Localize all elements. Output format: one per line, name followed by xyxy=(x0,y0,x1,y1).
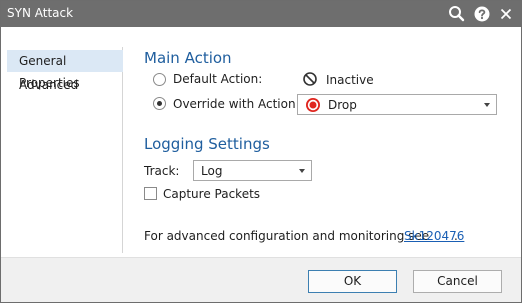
default-action-radio[interactable] xyxy=(153,73,166,86)
override-action-radio[interactable] xyxy=(153,97,166,110)
capture-packets-checkbox[interactable] xyxy=(144,187,157,200)
syn-attack-dialog: SYN Attack General Properties Advanced M… xyxy=(0,0,522,303)
chevron-down-icon xyxy=(484,103,490,107)
default-action-value: Inactive xyxy=(326,73,374,87)
track-label: Track: xyxy=(144,164,180,178)
sidebar: General Properties Advanced xyxy=(7,47,123,253)
help-icon[interactable] xyxy=(471,3,493,25)
chevron-down-icon xyxy=(299,169,305,173)
dialog-footer: OK Cancel xyxy=(1,257,521,302)
drop-icon xyxy=(305,97,321,113)
window-title: SYN Attack xyxy=(7,6,74,20)
search-icon[interactable] xyxy=(446,3,468,25)
advanced-config-note: For advanced configuration and monitorin… xyxy=(144,229,430,243)
sidebar-item-advanced[interactable]: Advanced xyxy=(7,74,123,96)
ok-button[interactable]: OK xyxy=(308,270,397,293)
title-bar: SYN Attack xyxy=(1,1,521,27)
close-icon[interactable] xyxy=(495,3,517,25)
logging-settings-title: Logging Settings xyxy=(144,135,270,153)
capture-packets-label: Capture Packets xyxy=(163,187,261,201)
track-select[interactable]: Log xyxy=(193,160,312,181)
main-action-title: Main Action xyxy=(144,49,232,67)
override-action-value: Drop xyxy=(328,98,357,112)
sidebar-item-general-properties[interactable]: General Properties xyxy=(7,50,123,90)
override-action-label: Override with Action: xyxy=(173,97,300,111)
default-action-label: Default Action: xyxy=(173,72,263,86)
track-value: Log xyxy=(201,164,223,178)
override-action-select[interactable]: Drop xyxy=(297,94,497,115)
cancel-button[interactable]: Cancel xyxy=(413,270,502,293)
dialog-content: General Properties Advanced Main Action … xyxy=(1,27,521,257)
note-period: . xyxy=(454,229,458,243)
inactive-icon xyxy=(302,71,318,87)
